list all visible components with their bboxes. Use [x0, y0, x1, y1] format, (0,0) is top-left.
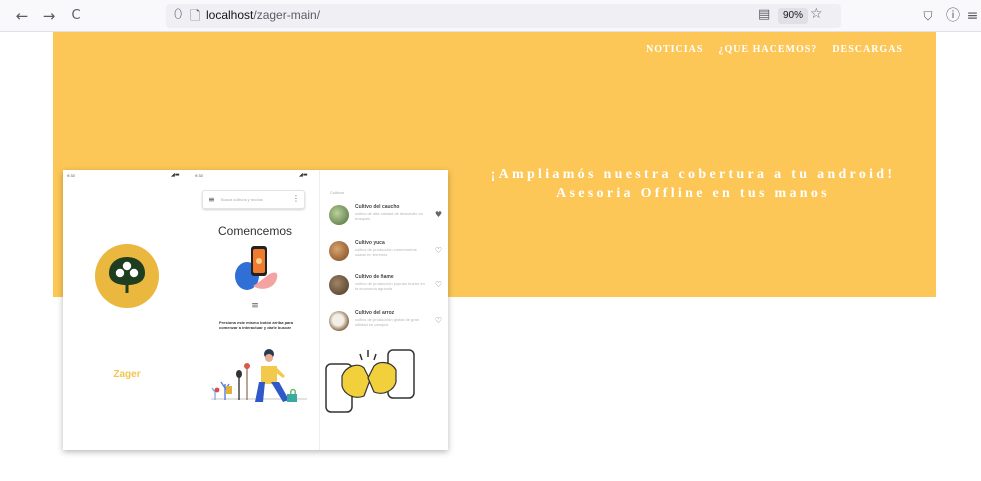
app-logo: [95, 244, 159, 308]
brand-name: Zager: [113, 369, 141, 380]
list-item[interactable]: Cultivo yuca cultivo de producción común…: [329, 240, 444, 268]
url-path: /zager-main/: [253, 8, 321, 22]
bookmark-star-icon[interactable]: ☆: [810, 6, 823, 22]
item-description: cultivo de producción global de gran uti…: [355, 317, 420, 327]
signal-battery-icon: ◢▬: [299, 172, 308, 178]
favorite-heart-icon[interactable]: ♡: [435, 246, 442, 255]
app-screens-mockup: 9:33 ◢▬ Zager 9:33 ◢▬ ≡ Busca cultivos y…: [63, 170, 448, 450]
item-description: cultivo de alta calidad de desarrollo en…: [355, 211, 424, 221]
item-title: Cultivo del arroz: [355, 310, 395, 316]
reader-view-icon[interactable]: ▤: [758, 7, 770, 22]
main-nav: NOTICIAS ¿QUE HACEMOS? DESCARGAS: [646, 44, 903, 55]
crop-thumbnail: [329, 275, 349, 295]
status-time: 9:33: [67, 173, 75, 178]
gardener-illustration: [211, 349, 307, 402]
item-title: Cultivo de ñame: [355, 274, 394, 280]
back-icon[interactable]: ←: [12, 6, 32, 26]
url-text[interactable]: localhost/zager-main/: [206, 8, 320, 22]
crop-thumbnail: [329, 241, 349, 261]
favorite-heart-icon[interactable]: ♥: [435, 210, 442, 219]
nav-link-descargas[interactable]: DESCARGAS: [832, 44, 903, 55]
hero-heading: ¡Ampliamós nuestra cobertura a tu androi…: [463, 165, 923, 203]
crop-list-screen: Cultivos Cultivo del caucho cultivo de a…: [319, 170, 448, 450]
crop-thumbnail: [329, 205, 349, 225]
signal-battery-icon: ◢▬: [171, 172, 180, 178]
nav-link-que-hacemos[interactable]: ¿QUE HACEMOS?: [718, 44, 817, 55]
url-host: localhost: [206, 8, 254, 22]
item-title: Cultivo yuca: [355, 240, 385, 246]
zoom-level[interactable]: 90%: [778, 8, 809, 24]
forward-icon[interactable]: →: [39, 6, 59, 26]
hamburger-icon[interactable]: ≡: [191, 301, 319, 311]
instructions-text: Presiona este mismo botón arriba para co…: [219, 320, 294, 330]
item-description: cultivo de producción popular bueno en l…: [355, 281, 425, 291]
item-description: cultivo de producción comúnmente usado e…: [355, 247, 417, 257]
menu-icon[interactable]: ≡: [208, 196, 215, 204]
item-title: Cultivo del caucho: [355, 204, 400, 210]
browser-toolbar: ← → C ⬯ 🗋 localhost/zager-main/ ▤ 90% ☆ …: [0, 0, 981, 32]
page-icon: 🗋: [190, 9, 201, 24]
splash-screen: 9:33 ◢▬ Zager: [63, 170, 191, 450]
pocket-icon[interactable]: ⛉: [918, 6, 938, 26]
favorite-heart-icon[interactable]: ♡: [435, 316, 442, 325]
nav-link-noticias[interactable]: NOTICIAS: [646, 44, 703, 55]
list-item[interactable]: Cultivo de ñame cultivo de producción po…: [329, 274, 444, 302]
hero-line-2: Asesoria Offline en tus manos: [556, 186, 830, 201]
app-menu-icon[interactable]: ≡: [964, 6, 981, 26]
high-five-illustration: [325, 349, 415, 413]
address-bar[interactable]: ⬯ 🗋 localhost/zager-main/ ▤ 90% ☆: [166, 4, 841, 28]
tree-logo-icon: [109, 257, 145, 293]
list-item[interactable]: Cultivo del caucho cultivo de alta calid…: [329, 204, 444, 232]
search-input[interactable]: ≡ Busca cultivos y modos ⋮: [202, 190, 305, 209]
hero-line-1: ¡Ampliamós nuestra cobertura a tu androi…: [490, 167, 896, 182]
shield-icon[interactable]: ⬯: [174, 7, 182, 22]
favorite-heart-icon[interactable]: ♡: [435, 280, 442, 289]
status-time: 9:33: [195, 173, 203, 178]
home-title: Comencemos: [217, 224, 293, 238]
more-options-icon[interactable]: ⋮: [292, 195, 300, 203]
list-item[interactable]: Cultivo del arroz cultivo de producción …: [329, 310, 444, 338]
crop-thumbnail: [329, 311, 349, 331]
list-header: Cultivos: [330, 190, 345, 195]
reload-icon[interactable]: C: [66, 6, 86, 26]
search-placeholder: Busca cultivos y modos: [221, 197, 263, 202]
phone-hand-illustration: [235, 246, 278, 290]
account-icon[interactable]: ⓘ: [943, 6, 963, 26]
home-screen: 9:33 ◢▬ ≡ Busca cultivos y modos ⋮ Comen…: [191, 170, 319, 450]
